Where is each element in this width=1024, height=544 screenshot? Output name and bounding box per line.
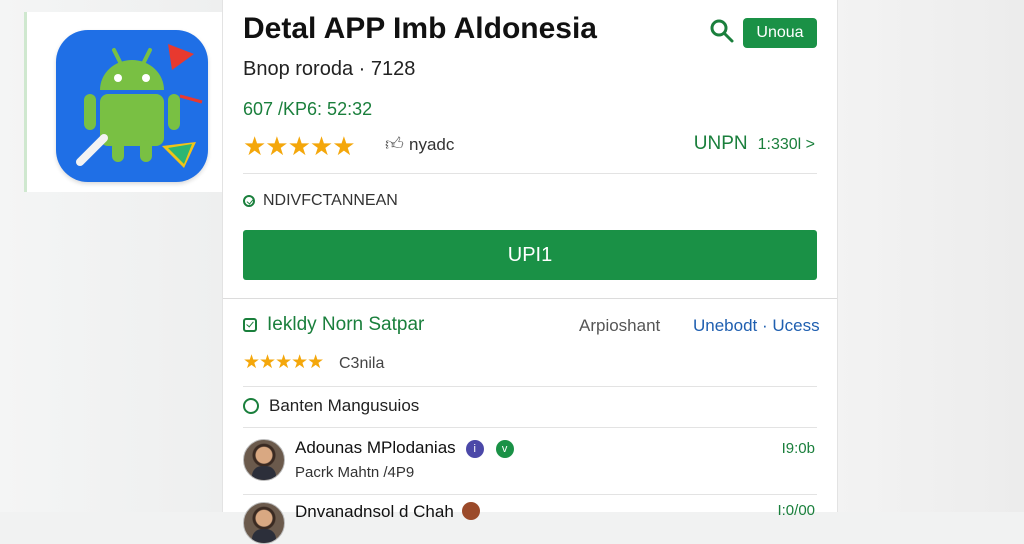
divider: [243, 173, 817, 174]
language-label: Banten Mangusuios: [269, 396, 420, 415]
app-title: Detal APP Imb Aldonesia: [243, 12, 597, 45]
divider: [243, 386, 817, 387]
install-button[interactable]: UPI1: [243, 230, 817, 280]
info-badge-icon: i: [465, 440, 484, 458]
top-action-button[interactable]: Unoua: [743, 18, 817, 48]
badge-icon: [461, 502, 480, 520]
section-star-rating: ★★★★★: [243, 352, 324, 373]
section-title-label: Iekldy Norn Satpar: [267, 314, 425, 335]
meta-line: 607 /KP6: 52:32: [243, 99, 373, 119]
verified-label: NDIVFCTANNEAN: [263, 192, 398, 209]
review-subtext: Pacrk Mahtn /4P9: [295, 464, 415, 481]
search-icon[interactable]: [707, 16, 737, 46]
section-title[interactable]: Iekldy Norn Satpar: [243, 314, 424, 336]
radio-ring-icon: [243, 398, 259, 414]
app-detail-panel: Detal APP Imb Aldonesia Unoua Bnop rorod…: [222, 0, 838, 544]
reviews-link-count: 1:330l >: [757, 136, 815, 153]
section-link[interactable]: Unebodt · Ucess: [693, 316, 820, 336]
reviews-link-label: UNPN: [693, 133, 748, 154]
review-author-peek[interactable]: Dnvanadnsol d Chah: [295, 502, 480, 522]
verified-badge-icon: v: [495, 440, 514, 458]
reviews-link[interactable]: UNPN 1:330l >: [694, 133, 815, 155]
section-middle-text: Arpioshant: [579, 316, 661, 335]
android-app-icon: [56, 30, 208, 182]
thumbs-up-icon[interactable]: 👍︎: [385, 133, 404, 155]
right-background: [836, 0, 1024, 512]
review-time-peek: I:0/00: [777, 502, 815, 519]
developer-line[interactable]: Bnop roroda · 7128: [243, 58, 415, 81]
avatar[interactable]: [243, 502, 285, 544]
divider: [243, 494, 817, 495]
avatar[interactable]: [243, 439, 285, 481]
verified-row: NDIVFCTANNEAN: [243, 192, 398, 210]
divider: [243, 427, 817, 428]
language-row[interactable]: Banten Mangusuios: [243, 396, 419, 416]
review-author[interactable]: Adounas MPlodanias i v: [295, 438, 514, 458]
rating-label: nyadc: [409, 135, 455, 154]
checkbox-icon: [243, 318, 257, 332]
review-time: I9:0b: [781, 440, 815, 457]
section-divider: [223, 298, 837, 299]
section-rating-label: C3nila: [339, 355, 385, 372]
verified-check-icon: [243, 195, 255, 207]
review-author-name: Adounas MPlodanias: [295, 438, 456, 457]
star-rating: ★★★★★: [243, 131, 356, 161]
